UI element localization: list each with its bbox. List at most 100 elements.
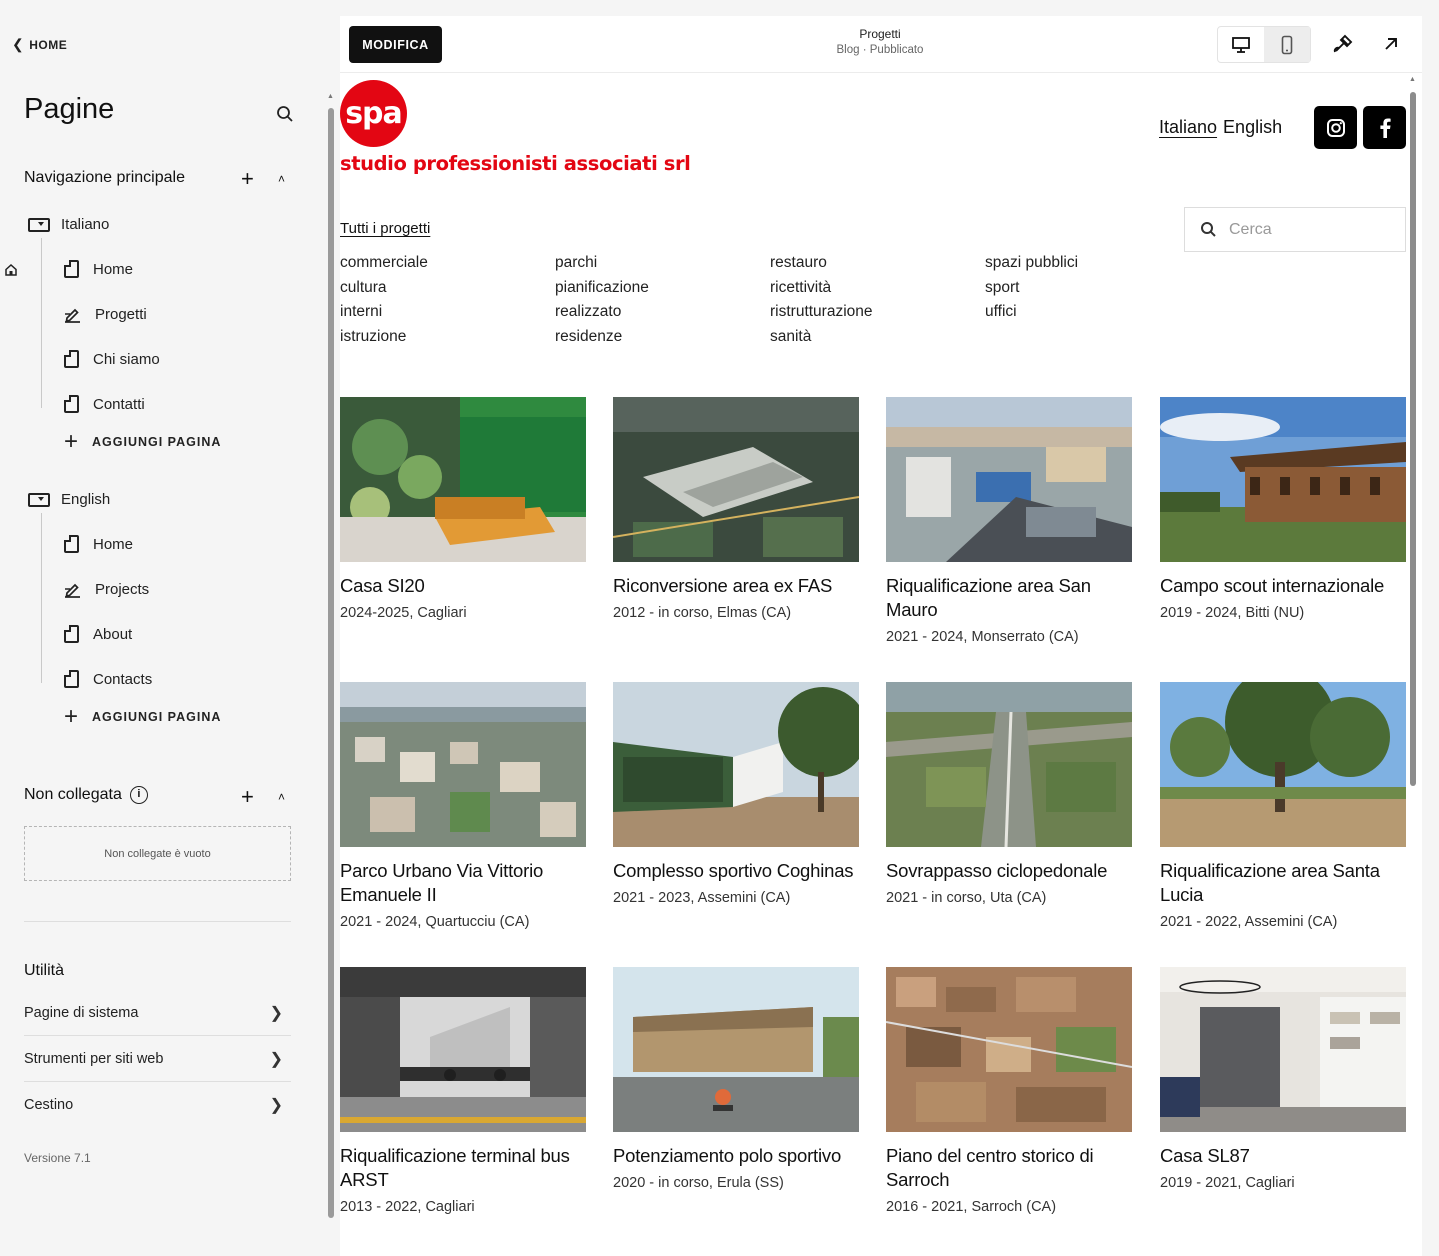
preview-scroll-up-icon[interactable]: ▲ bbox=[1409, 76, 1416, 83]
add-page-italiano-button[interactable]: + AGGIUNGI PAGINA bbox=[64, 430, 221, 454]
desktop-view-button[interactable] bbox=[1218, 27, 1264, 62]
project-thumbnail[interactable] bbox=[340, 682, 586, 847]
project-card[interactable]: Complesso sportivo Coghinas 2021 - 2023, … bbox=[613, 682, 859, 906]
category-link[interactable]: pianificazione bbox=[555, 279, 649, 297]
project-card[interactable]: Piano del centro storico di Sarroch 2016 … bbox=[886, 967, 1132, 1215]
utility-website-tools[interactable]: Strumenti per siti web ❯ bbox=[24, 1049, 291, 1069]
sidebar-item-chi-siamo[interactable]: Chi siamo bbox=[64, 350, 160, 368]
folder-english[interactable]: English bbox=[28, 491, 110, 508]
home-back-link[interactable]: ❮ HOME bbox=[12, 36, 67, 53]
project-title[interactable]: Casa SI20 bbox=[340, 574, 586, 598]
category-link[interactable]: parchi bbox=[555, 254, 597, 272]
mobile-view-button[interactable] bbox=[1264, 27, 1310, 62]
sidebar-item-home-it[interactable]: Home bbox=[64, 260, 133, 278]
site-styles-button[interactable] bbox=[1331, 32, 1355, 56]
dropdown-folder-icon bbox=[28, 492, 50, 507]
site-logo-mark[interactable]: spa bbox=[340, 80, 407, 147]
sidebar-item-about[interactable]: About bbox=[64, 625, 132, 643]
sidebar-item-progetti[interactable]: Progetti bbox=[64, 305, 147, 323]
project-thumbnail[interactable] bbox=[613, 397, 859, 562]
sidebar-scrollbar[interactable] bbox=[328, 108, 334, 1218]
category-link[interactable]: ricettività bbox=[770, 279, 831, 297]
info-icon[interactable]: i bbox=[129, 786, 148, 804]
blog-pencil-icon bbox=[65, 583, 80, 598]
project-card[interactable]: Riconversione area ex FAS 2012 - in corso… bbox=[613, 397, 859, 621]
project-card[interactable]: Riqualificazione area San Mauro 2021 - 20… bbox=[886, 397, 1132, 645]
utility-trash[interactable]: Cestino ❯ bbox=[24, 1095, 291, 1115]
utility-system-pages[interactable]: Pagine di sistema ❯ bbox=[24, 1003, 291, 1023]
project-title[interactable]: Potenziamento polo sportivo bbox=[613, 1144, 859, 1168]
open-site-button[interactable] bbox=[1379, 32, 1403, 56]
project-card[interactable]: Campo scout internazionale 2019 - 2024, B… bbox=[1160, 397, 1406, 621]
project-title[interactable]: Riqualificazione area San Mauro bbox=[886, 574, 1132, 622]
category-link[interactable]: interni bbox=[340, 303, 382, 321]
project-title[interactable]: Riqualificazione terminal bus ARST bbox=[340, 1144, 586, 1192]
search-placeholder: Cerca bbox=[1229, 220, 1272, 238]
project-card[interactable]: Riqualificazione terminal bus ARST 2013 -… bbox=[340, 967, 586, 1215]
project-thumbnail[interactable] bbox=[1160, 967, 1406, 1132]
category-link[interactable]: sanità bbox=[770, 328, 811, 346]
sidebar-item-label: Chi siamo bbox=[93, 350, 160, 368]
project-thumbnail[interactable] bbox=[1160, 397, 1406, 562]
project-title[interactable]: Sovrappasso ciclopedonale bbox=[886, 859, 1132, 883]
edit-button[interactable]: MODIFICA bbox=[349, 26, 442, 63]
site-logo-text[interactable]: studio professionisti associati srl bbox=[340, 152, 691, 175]
sidebar-item-projects[interactable]: Projects bbox=[64, 580, 149, 598]
collapse-navigation-caret-icon[interactable]: ˄ bbox=[278, 172, 285, 186]
project-thumbnail[interactable] bbox=[886, 397, 1132, 562]
folder-italiano-label: Italiano bbox=[61, 216, 110, 233]
project-meta: 2019 - 2021, Cagliari bbox=[1160, 1175, 1295, 1191]
category-link[interactable]: uffici bbox=[985, 303, 1017, 321]
all-projects-link[interactable]: Tutti i progetti bbox=[340, 220, 430, 237]
project-title[interactable]: Campo scout internazionale bbox=[1160, 574, 1406, 598]
category-link[interactable]: spazi pubblici bbox=[985, 254, 1078, 272]
category-link[interactable]: restauro bbox=[770, 254, 827, 272]
scroll-up-arrow-icon[interactable]: ▲ bbox=[327, 93, 334, 100]
folder-italiano[interactable]: Italiano bbox=[28, 216, 109, 233]
lang-english-link[interactable]: English bbox=[1223, 117, 1282, 137]
category-link[interactable]: sport bbox=[985, 279, 1019, 297]
add-navigation-plus-icon[interactable]: + bbox=[241, 168, 254, 190]
sidebar-item-label: Progetti bbox=[95, 305, 147, 323]
project-card[interactable]: Riqualificazione area Santa Lucia 2021 - … bbox=[1160, 682, 1406, 930]
project-title[interactable]: Riqualificazione area Santa Lucia bbox=[1160, 859, 1406, 907]
project-thumbnail[interactable] bbox=[613, 682, 859, 847]
project-title[interactable]: Casa SL87 bbox=[1160, 1144, 1406, 1168]
project-title[interactable]: Piano del centro storico di Sarroch bbox=[886, 1144, 1132, 1192]
project-thumbnail[interactable] bbox=[886, 967, 1132, 1132]
instagram-button[interactable] bbox=[1314, 106, 1357, 149]
project-title[interactable]: Complesso sportivo Coghinas bbox=[613, 859, 859, 883]
project-title[interactable]: Parco Urbano Via Vittorio Emanuele II bbox=[340, 859, 586, 907]
add-page-english-button[interactable]: + AGGIUNGI PAGINA bbox=[64, 705, 221, 729]
sidebar-item-home-en[interactable]: Home bbox=[64, 535, 133, 553]
page-title: Pagine bbox=[24, 93, 115, 125]
category-link[interactable]: realizzato bbox=[555, 303, 621, 321]
add-unlinked-plus-icon[interactable]: + bbox=[241, 786, 254, 808]
project-card[interactable]: Parco Urbano Via Vittorio Emanuele II 202… bbox=[340, 682, 586, 930]
tree-line bbox=[41, 238, 42, 408]
category-link[interactable]: ristrutturazione bbox=[770, 303, 873, 321]
project-thumbnail[interactable] bbox=[886, 682, 1132, 847]
preview-scrollbar[interactable] bbox=[1410, 92, 1416, 786]
sidebar-item-contatti[interactable]: Contatti bbox=[64, 395, 145, 413]
facebook-button[interactable] bbox=[1363, 106, 1406, 149]
project-card[interactable]: Casa SL87 2019 - 2021, Cagliari bbox=[1160, 967, 1406, 1191]
search-icon[interactable] bbox=[276, 105, 294, 123]
category-link[interactable]: cultura bbox=[340, 279, 387, 297]
category-link[interactable]: commerciale bbox=[340, 254, 428, 272]
project-thumbnail[interactable] bbox=[1160, 682, 1406, 847]
sidebar-item-contacts[interactable]: Contacts bbox=[64, 670, 152, 688]
project-card[interactable]: Sovrappasso ciclopedonale 2021 - in corso… bbox=[886, 682, 1132, 906]
category-link[interactable]: residenze bbox=[555, 328, 622, 346]
project-card[interactable]: Potenziamento polo sportivo 2020 - in cor… bbox=[613, 967, 859, 1191]
project-title[interactable]: Riconversione area ex FAS bbox=[613, 574, 859, 598]
project-search-input[interactable]: Cerca bbox=[1184, 207, 1406, 252]
category-link[interactable]: istruzione bbox=[340, 328, 406, 346]
project-thumbnail[interactable] bbox=[613, 967, 859, 1132]
project-thumbnail[interactable] bbox=[340, 967, 586, 1132]
project-card[interactable]: Casa SI20 2024-2025, Cagliari bbox=[340, 397, 586, 621]
collapse-unlinked-caret-icon[interactable]: ˄ bbox=[278, 790, 285, 804]
project-thumbnail[interactable] bbox=[340, 397, 586, 562]
pages-sidebar: ❮ HOME Pagine Navigazione principale + ˄… bbox=[0, 0, 324, 1244]
lang-italiano-link[interactable]: Italiano bbox=[1159, 117, 1217, 137]
